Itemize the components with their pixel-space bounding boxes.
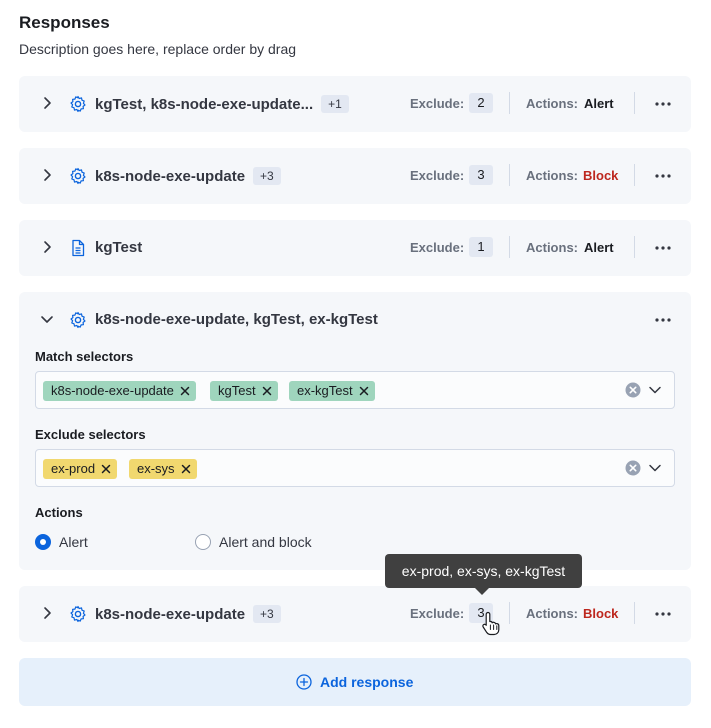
gear-icon xyxy=(70,167,86,185)
chevron-down-icon[interactable] xyxy=(648,383,662,397)
selector-pill[interactable]: ex-kgTest xyxy=(289,381,375,401)
document-icon xyxy=(72,239,85,257)
exclude-selectors-label: Exclude selectors xyxy=(35,427,146,442)
chevron-right-icon[interactable] xyxy=(39,239,55,255)
exclude-count-badge[interactable]: 3 xyxy=(469,165,493,185)
actions-section-label: Actions xyxy=(35,505,83,520)
selector-pill-label: kgTest xyxy=(218,383,256,398)
close-icon[interactable] xyxy=(261,385,273,397)
more-selectors-badge[interactable]: +3 xyxy=(253,167,281,185)
actions-label: Actions: xyxy=(526,606,578,621)
response-title-text: k8s-node-exe-update xyxy=(95,606,246,623)
action-value: Block xyxy=(583,168,619,183)
radio-label-alert-and-block[interactable]: Alert and block xyxy=(219,534,312,550)
radio-label-alert[interactable]: Alert xyxy=(59,534,88,550)
close-icon[interactable] xyxy=(100,463,112,475)
divider xyxy=(634,164,635,186)
gear-icon xyxy=(70,95,86,113)
more-options-icon[interactable] xyxy=(653,94,673,114)
exclude-label: Exclude: xyxy=(410,606,465,621)
exclude-selectors-combobox[interactable]: ex-prod ex-sys xyxy=(35,449,675,487)
response-panel[interactable]: kgTest Exclude: 1 Actions: Alert xyxy=(19,220,691,276)
more-options-icon[interactable] xyxy=(653,310,673,330)
chevron-right-icon[interactable] xyxy=(39,95,55,111)
gear-icon xyxy=(70,605,86,623)
add-response-button[interactable]: Add response xyxy=(19,658,691,706)
response-title-text: k8s-node-exe-update xyxy=(95,168,246,185)
selector-pill-label: ex-prod xyxy=(51,461,96,476)
divider xyxy=(509,236,510,258)
exclude-label: Exclude: xyxy=(410,240,465,255)
match-selectors-label: Match selectors xyxy=(35,349,134,364)
selector-pill[interactable]: kgTest xyxy=(210,381,278,401)
clear-icon[interactable] xyxy=(625,460,641,476)
selector-pill-label: k8s-node-exe-update xyxy=(51,383,174,398)
chevron-down-icon[interactable] xyxy=(39,311,55,327)
plus-circle-icon xyxy=(296,674,312,690)
selector-pill[interactable]: ex-sys xyxy=(129,459,197,479)
responses-description: Description goes here, replace order by … xyxy=(19,41,297,57)
response-panel[interactable]: kgTest, k8s-node-exe-update... +1 Exclude… xyxy=(19,76,691,132)
divider xyxy=(509,602,510,624)
actions-label: Actions: xyxy=(526,240,578,255)
action-value: Block xyxy=(583,606,619,621)
divider xyxy=(509,164,510,186)
more-selectors-badge[interactable]: +3 xyxy=(253,605,281,623)
match-selectors-combobox[interactable]: k8s-node-exe-update kgTest ex-kgTest xyxy=(35,371,675,409)
response-title-text: kgTest xyxy=(95,239,143,256)
response-title: k8s-node-exe-update +3 xyxy=(95,605,281,623)
actions-label: Actions: xyxy=(526,168,578,183)
exclude-label: Exclude: xyxy=(410,96,465,111)
gear-icon xyxy=(70,311,86,329)
selector-pill-label: ex-kgTest xyxy=(297,383,353,398)
radio-alert-and-block[interactable] xyxy=(195,534,211,550)
exclude-count-badge[interactable]: 2 xyxy=(469,93,493,113)
close-icon[interactable] xyxy=(358,385,370,397)
hand-cursor-icon xyxy=(482,611,500,636)
response-title: k8s-node-exe-update +3 xyxy=(95,167,281,185)
exclude-label: Exclude: xyxy=(410,168,465,183)
selector-pill[interactable]: k8s-node-exe-update xyxy=(43,381,196,401)
chevron-right-icon[interactable] xyxy=(39,605,55,621)
more-selectors-badge[interactable]: +1 xyxy=(321,95,349,113)
divider xyxy=(634,602,635,624)
response-title-text: kgTest, k8s-node-exe-update... xyxy=(95,96,314,113)
exclude-tooltip: ex-prod, ex-sys, ex-kgTest xyxy=(385,554,582,595)
actions-label: Actions: xyxy=(526,96,578,111)
response-panel-expanded[interactable]: k8s-node-exe-update, kgTest, ex-kgTest M… xyxy=(19,292,691,570)
responses-title: Responses xyxy=(19,13,110,32)
divider xyxy=(634,236,635,258)
response-panel[interactable]: k8s-node-exe-update +3 Exclude: 3 Actions… xyxy=(19,586,691,642)
chevron-down-icon[interactable] xyxy=(648,461,662,475)
response-title: kgTest xyxy=(95,239,142,256)
response-title: k8s-node-exe-update, kgTest, ex-kgTest xyxy=(95,311,378,328)
more-options-icon[interactable] xyxy=(653,604,673,624)
selector-pill[interactable]: ex-prod xyxy=(43,459,118,479)
close-icon[interactable] xyxy=(180,463,192,475)
selector-pill-label: ex-sys xyxy=(137,461,175,476)
more-options-icon[interactable] xyxy=(653,238,673,258)
clear-icon[interactable] xyxy=(625,382,641,398)
exclude-count-badge[interactable]: 1 xyxy=(469,237,493,257)
chevron-right-icon[interactable] xyxy=(39,167,55,183)
add-response-label: Add response xyxy=(320,674,414,690)
response-panel[interactable]: k8s-node-exe-update +3 Exclude: 3 Actions… xyxy=(19,148,691,204)
more-options-icon[interactable] xyxy=(653,166,673,186)
response-title: kgTest, k8s-node-exe-update... +1 xyxy=(95,95,349,113)
action-value: Alert xyxy=(584,240,614,255)
radio-alert[interactable] xyxy=(35,534,51,550)
divider xyxy=(634,92,635,114)
close-icon[interactable] xyxy=(179,385,191,397)
action-value: Alert xyxy=(584,96,614,111)
divider xyxy=(509,92,510,114)
